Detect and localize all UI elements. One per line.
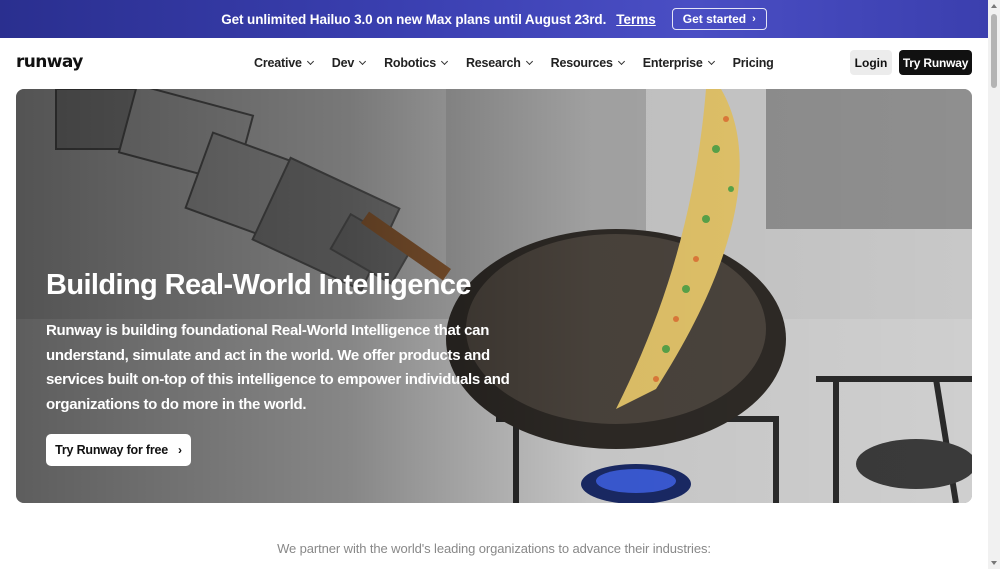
nav-item-research[interactable]: Research xyxy=(465,56,533,70)
nav-item-enterprise[interactable]: Enterprise xyxy=(642,56,715,70)
runway-logo[interactable]: runway xyxy=(16,52,83,72)
banner-text: Get unlimited Hailuo 3.0 on new Max plan… xyxy=(221,11,607,27)
page-scrollbar[interactable] xyxy=(988,0,1000,569)
scroll-up-icon[interactable] xyxy=(991,4,997,8)
chevron-right-icon: › xyxy=(178,443,182,457)
partners-intro-text: We partner with the world's leading orga… xyxy=(277,541,711,556)
nav-item-dev[interactable]: Dev xyxy=(331,56,367,70)
try-runway-free-button[interactable]: Try Runway for free › xyxy=(46,434,191,466)
top-navigation: runway Creative Dev Robotics Research Re… xyxy=(0,38,988,88)
chevron-down-icon xyxy=(440,57,449,65)
hero-description: Runway is building foundational Real-Wor… xyxy=(46,322,510,413)
nav-item-label: Enterprise xyxy=(642,56,703,70)
hero-cta-label: Try Runway for free xyxy=(55,443,169,457)
hero-title: Building Real-World Intelligence xyxy=(46,269,472,301)
banner-get-started-button[interactable]: Get started › xyxy=(671,8,767,30)
nav-item-label: Creative xyxy=(254,56,302,70)
nav-item-label: Research xyxy=(465,56,521,70)
nav-item-label: Resources xyxy=(550,56,613,70)
nav-item-pricing[interactable]: Pricing xyxy=(733,56,774,70)
nav-item-label: Robotics xyxy=(384,56,436,70)
chevron-down-icon xyxy=(707,57,715,65)
nav-item-robotics[interactable]: Robotics xyxy=(384,56,449,70)
hero-section: Building Real-World Intelligence Runway … xyxy=(16,89,972,503)
nav-item-resources[interactable]: Resources xyxy=(550,56,625,70)
login-button[interactable]: Login xyxy=(850,50,892,75)
chevron-down-icon xyxy=(306,57,314,65)
chevron-down-icon xyxy=(525,57,533,65)
nav-item-creative[interactable]: Creative xyxy=(254,56,314,70)
scroll-down-icon[interactable] xyxy=(991,561,997,565)
chevron-right-icon: › xyxy=(752,13,756,25)
chevron-down-icon xyxy=(359,57,367,65)
nav-item-label: Pricing xyxy=(732,56,774,70)
scroll-thumb[interactable] xyxy=(991,14,997,88)
announcement-banner: Get unlimited Hailuo 3.0 on new Max plan… xyxy=(0,0,988,38)
banner-cta-label: Get started xyxy=(682,12,747,26)
banner-terms-link[interactable]: Terms xyxy=(616,12,656,27)
nav-item-label: Dev xyxy=(331,56,355,70)
try-runway-button[interactable]: Try Runway xyxy=(899,50,972,75)
chevron-down-icon xyxy=(617,57,625,65)
nav-menu: Creative Dev Robotics Research Resources… xyxy=(254,38,793,88)
